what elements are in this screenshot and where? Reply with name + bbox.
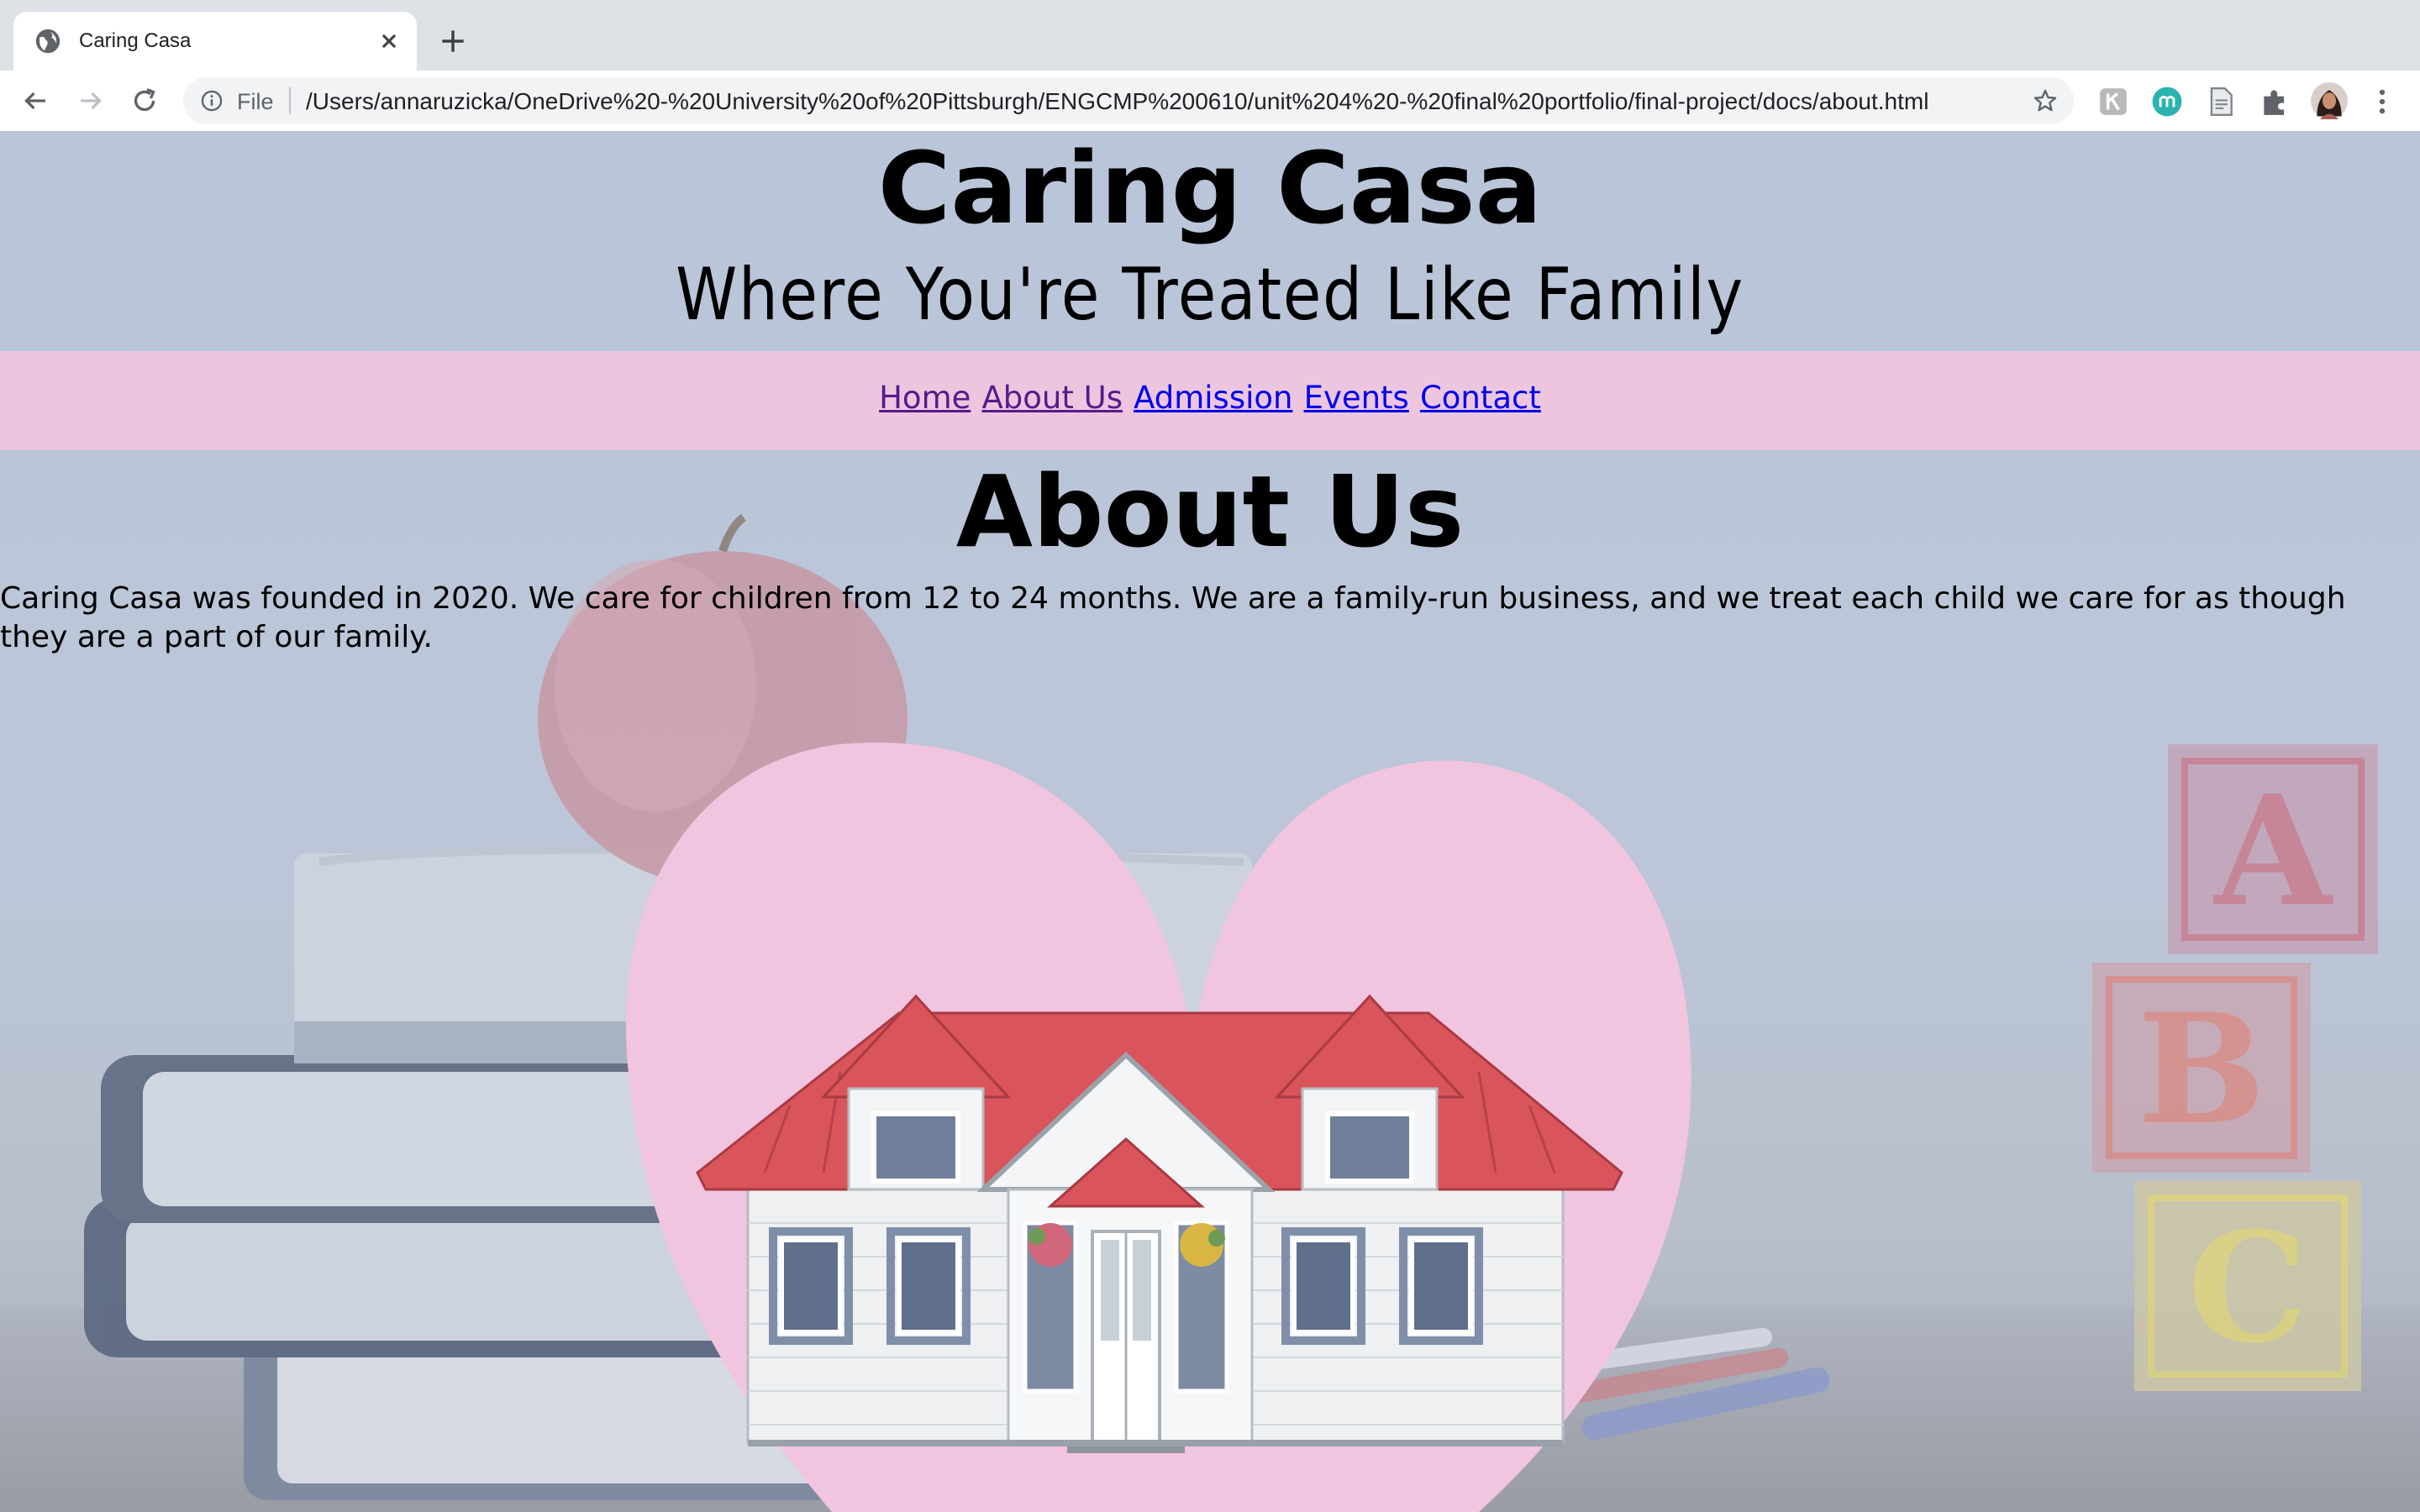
document-extension-icon[interactable] bbox=[2205, 86, 2237, 118]
svg-text:B: B bbox=[2138, 981, 2265, 1158]
globe-icon bbox=[35, 29, 60, 54]
forward-icon[interactable] bbox=[76, 86, 106, 116]
svg-text:A: A bbox=[2212, 763, 2333, 940]
site-title: Caring Casa bbox=[877, 131, 1543, 246]
browser-tabstrip: Caring Casa bbox=[0, 0, 2420, 71]
new-tab-icon[interactable] bbox=[437, 25, 469, 57]
nav-link-about-us[interactable]: About Us bbox=[981, 380, 1123, 416]
about-paragraph: Caring Casa was founded in 2020. We care… bbox=[0, 581, 2346, 654]
tab-title: Caring Casa bbox=[79, 29, 192, 52]
grammar-extension-icon[interactable] bbox=[2097, 86, 2129, 118]
alphabet-blocks: A B C bbox=[2092, 744, 2378, 1391]
omnibox-url[interactable]: /Users/annaruzicka/OneDrive%20-%20Univer… bbox=[306, 88, 1928, 115]
heart-house-image bbox=[626, 742, 1691, 1512]
omnibox-divider bbox=[289, 87, 291, 114]
nav-link-admission[interactable]: Admission bbox=[1134, 380, 1292, 416]
site-tagline: Where You're Treated Like Family bbox=[676, 253, 1744, 337]
profile-avatar[interactable] bbox=[2311, 82, 2348, 119]
browser-toolbar: File /Users/annaruzicka/OneDrive%20-%20U… bbox=[0, 71, 2420, 131]
main-nav: Home About Us Admission Events Contact bbox=[0, 351, 2420, 450]
page-viewport: A B C Caring Casa Where You're Treated L… bbox=[0, 131, 2420, 1512]
reload-icon[interactable] bbox=[129, 86, 160, 116]
nav-link-events[interactable]: Events bbox=[1304, 380, 1409, 416]
browser-tab[interactable]: Caring Casa bbox=[13, 12, 417, 71]
svg-text:C: C bbox=[2187, 1200, 2307, 1377]
bookmark-star-icon[interactable] bbox=[2032, 87, 2059, 114]
address-bar[interactable]: File /Users/annaruzicka/OneDrive%20-%20U… bbox=[183, 77, 2074, 124]
m-extension-icon[interactable] bbox=[2151, 86, 2183, 118]
omnibox-scheme-label: File bbox=[237, 89, 274, 114]
house bbox=[696, 994, 1623, 1453]
info-icon[interactable] bbox=[200, 89, 224, 113]
nav-link-home[interactable]: Home bbox=[879, 380, 971, 416]
back-icon[interactable] bbox=[20, 86, 50, 116]
puzzle-extensions-icon[interactable] bbox=[2259, 86, 2291, 118]
kebab-menu-icon[interactable] bbox=[2366, 86, 2398, 118]
page-heading: About Us bbox=[955, 454, 1465, 570]
close-tab-icon[interactable] bbox=[375, 27, 403, 55]
nav-link-contact[interactable]: Contact bbox=[1420, 380, 1541, 416]
